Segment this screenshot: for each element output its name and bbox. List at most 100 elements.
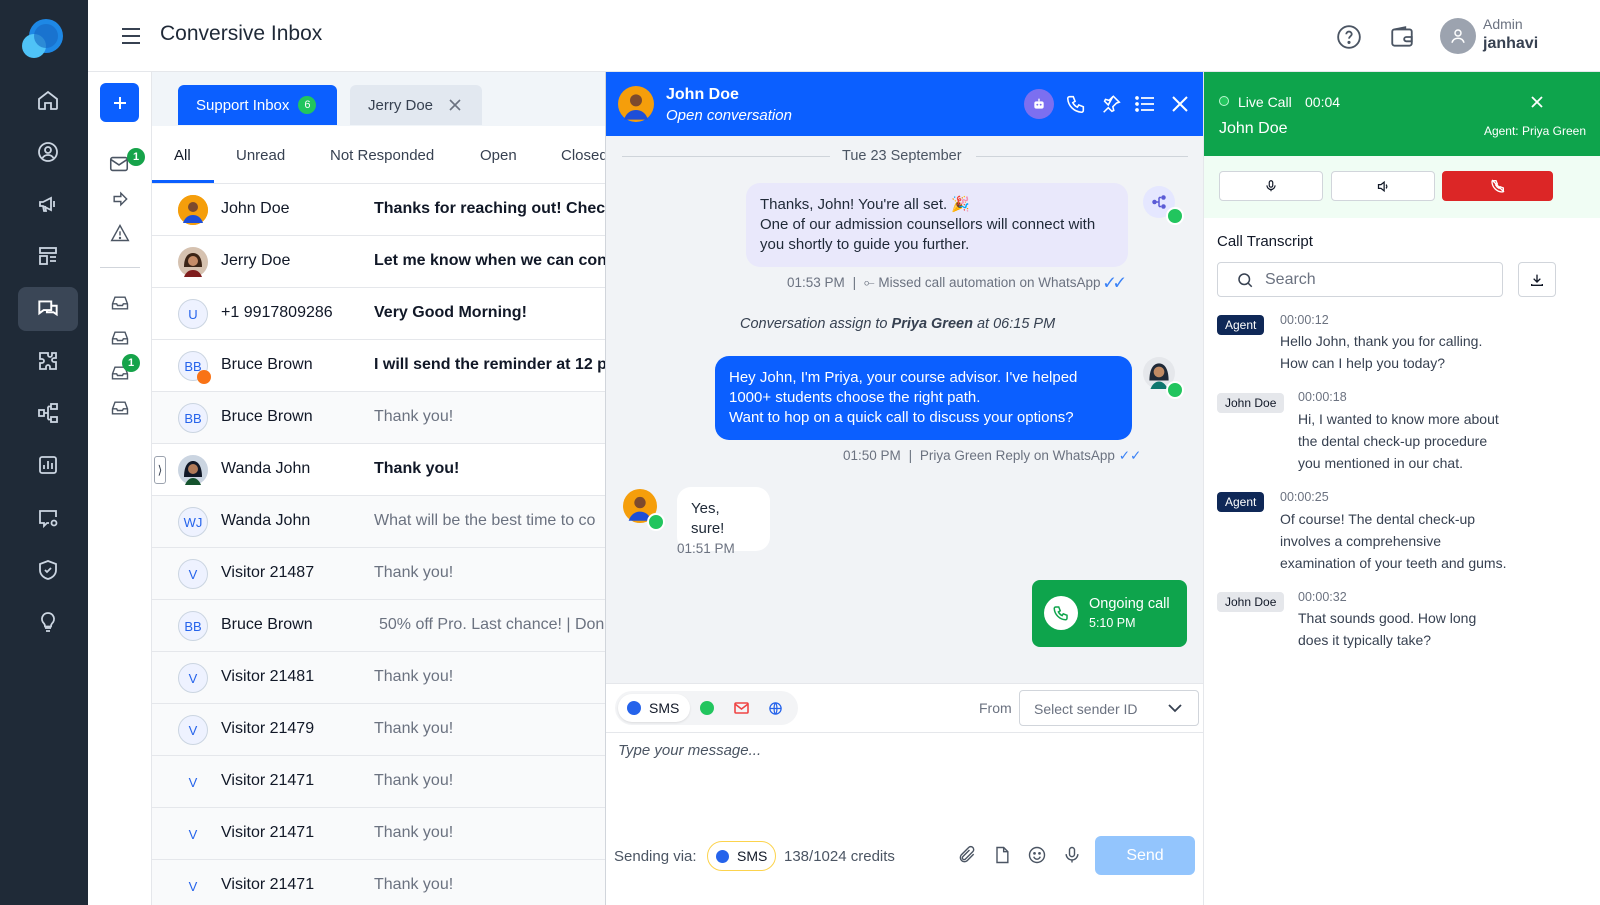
message-preview: Thanks for reaching out! Check xyxy=(374,200,615,217)
rail-divider xyxy=(100,267,140,268)
filter-closed[interactable]: Closed xyxy=(561,147,608,164)
send-button[interactable]: Send xyxy=(1095,836,1195,875)
help-icon[interactable] xyxy=(1336,24,1362,50)
new-conversation-button[interactable] xyxy=(100,83,139,122)
transcript-text: Of course! The dental check-up involves … xyxy=(1280,508,1540,574)
report-icon[interactable] xyxy=(18,443,78,487)
emoji-icon[interactable] xyxy=(1027,845,1047,865)
contact-name: Bruce Brown xyxy=(221,408,313,425)
chat-icon[interactable] xyxy=(18,287,78,331)
settings-chat-icon[interactable] xyxy=(18,496,78,540)
filter-unread[interactable]: Unread xyxy=(236,147,285,164)
close-icon[interactable] xyxy=(1172,96,1188,112)
filter-all[interactable]: All xyxy=(174,147,191,164)
wallet-icon[interactable] xyxy=(1389,24,1415,50)
whatsapp-icon[interactable] xyxy=(700,701,714,715)
list-icon[interactable] xyxy=(1134,94,1156,114)
transcript-line: Hi, I wanted to know more about xyxy=(1298,411,1499,427)
phone-icon[interactable] xyxy=(1065,93,1087,115)
contact-icon[interactable] xyxy=(18,130,78,174)
transcript-time: 00:00:18 xyxy=(1298,390,1347,404)
expand-handle-icon[interactable]: ⟩ xyxy=(154,456,166,484)
message-preview: Thank you! xyxy=(374,772,454,789)
list-item[interactable]: BB Bruce Brown I will send the reminder … xyxy=(152,340,617,392)
close-icon[interactable] xyxy=(1531,96,1543,108)
inbox-icon[interactable] xyxy=(110,293,130,313)
list-item[interactable]: V Visitor 21487 Thank you! xyxy=(152,548,617,600)
menu-icon[interactable] xyxy=(120,26,142,46)
ongoing-call-card[interactable]: Ongoing call 5:10 PM xyxy=(1032,580,1187,647)
shield-icon[interactable] xyxy=(18,548,78,592)
microphone-icon[interactable] xyxy=(1062,845,1082,865)
avatar xyxy=(178,247,208,277)
list-item[interactable]: V Visitor 21471 Thank you! xyxy=(152,808,617,860)
list-item[interactable]: V Visitor 21479 Thank you! xyxy=(152,704,617,756)
list-item[interactable]: BB Bruce Brown Thank you! xyxy=(152,392,617,444)
list-item[interactable]: V Visitor 21481 Thank you! xyxy=(152,652,617,704)
inbox-icon[interactable] xyxy=(110,398,130,418)
list-item[interactable]: WJ Wanda John What will be the best time… xyxy=(152,496,617,548)
list-item[interactable]: ⟩ Wanda John Thank you! xyxy=(152,444,617,496)
phone-icon xyxy=(1044,596,1078,630)
forward-icon[interactable] xyxy=(110,189,130,209)
transcript-time: 00:00:25 xyxy=(1280,490,1329,504)
transcript-line: does it typically take? xyxy=(1298,632,1432,648)
sending-channel-chip[interactable]: SMS xyxy=(707,841,776,871)
document-icon[interactable] xyxy=(992,845,1012,865)
end-call-button[interactable] xyxy=(1442,171,1553,201)
attachment-icon[interactable] xyxy=(957,845,977,865)
close-icon[interactable] xyxy=(449,99,461,111)
puzzle-icon[interactable] xyxy=(18,339,78,383)
transcript-search[interactable]: Search xyxy=(1217,262,1503,297)
inbox-icon[interactable] xyxy=(110,328,130,348)
bot-icon[interactable] xyxy=(1024,89,1054,119)
tab-support-inbox[interactable]: Support Inbox 6 xyxy=(178,85,337,125)
avatar[interactable] xyxy=(1440,18,1476,54)
user-role: Admin xyxy=(1483,16,1523,32)
list-item[interactable]: John Doe Thanks for reaching out! Check xyxy=(152,184,617,236)
pin-icon[interactable] xyxy=(1100,93,1122,115)
message-preview: Thank you! xyxy=(374,564,454,581)
chevron-down-icon xyxy=(1168,704,1182,713)
automation-message: Thanks, John! You're all set. 🎉 One of o… xyxy=(746,183,1128,267)
list-item[interactable]: V Visitor 21471 Thank you! xyxy=(152,756,617,808)
app-title: Conversive Inbox xyxy=(160,22,323,45)
contact-name: Visitor 21471 xyxy=(221,772,315,789)
list-item[interactable]: BB Bruce Brown 50% off Pro. Last chance!… xyxy=(152,600,617,652)
tab-jerry-doe[interactable]: Jerry Doe xyxy=(350,85,482,125)
top-header: Conversive Inbox Admin janhavi xyxy=(88,0,1600,72)
filter-not-responded[interactable]: Not Responded xyxy=(330,147,434,164)
automation-tag-icon: ⟜ xyxy=(863,275,875,290)
speaker-tag: John Doe xyxy=(1217,592,1285,612)
list-item[interactable]: Jerry Doe Let me know when we can conn xyxy=(152,236,617,288)
list-item[interactable]: V Visitor 21471 Thank you! xyxy=(152,860,617,905)
warning-icon[interactable] xyxy=(110,223,130,243)
live-indicator xyxy=(1219,96,1229,106)
contact-name: Visitor 21471 xyxy=(221,876,315,893)
web-icon[interactable] xyxy=(768,701,783,716)
megaphone-icon[interactable] xyxy=(18,182,78,226)
list-item[interactable]: U +1 9917809286 Very Good Morning! xyxy=(152,288,617,340)
contact-name: John Doe xyxy=(221,200,290,217)
email-icon[interactable] xyxy=(734,702,749,714)
mute-button[interactable] xyxy=(1219,171,1323,201)
home-icon[interactable] xyxy=(18,78,78,122)
sender-id-select[interactable]: Select sender ID xyxy=(1019,690,1199,726)
message-input[interactable]: Type your message... xyxy=(618,742,1188,832)
date-divider: Tue 23 September xyxy=(842,148,962,164)
template-icon[interactable] xyxy=(18,234,78,278)
contact-name: Visitor 21479 xyxy=(221,720,315,737)
filter-open[interactable]: Open xyxy=(480,147,517,164)
speaker-button[interactable] xyxy=(1331,171,1435,201)
download-button[interactable] xyxy=(1518,262,1556,297)
flow-icon[interactable] xyxy=(18,391,78,435)
avatar: V xyxy=(178,715,208,745)
transcript-line: involves a comprehensive xyxy=(1280,533,1442,549)
chat-header: John Doe Open conversation xyxy=(606,72,1204,136)
channel-sms-button[interactable]: SMS xyxy=(618,694,690,722)
bulb-icon[interactable] xyxy=(18,600,78,644)
message-line: 1000+ students choose the right path. xyxy=(729,389,981,406)
whatsapp-icon xyxy=(1166,207,1184,225)
user-name[interactable]: janhavi xyxy=(1483,35,1538,53)
sms-icon xyxy=(627,701,641,715)
